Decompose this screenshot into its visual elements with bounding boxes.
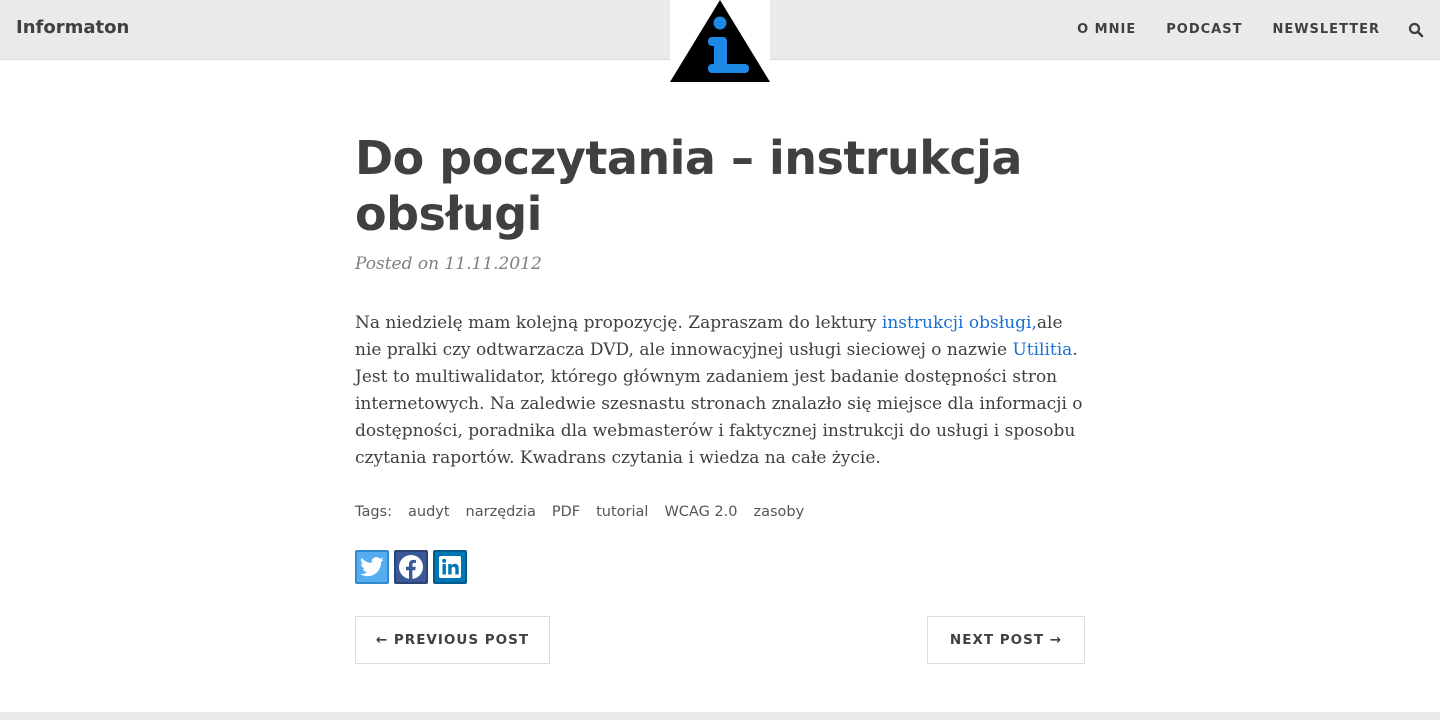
footer-strip [0, 712, 1440, 720]
facebook-icon[interactable] [394, 550, 428, 584]
tag-link[interactable]: PDF [552, 504, 580, 520]
body-text: Na niedzielę mam kolejną propozycję. Zap… [355, 313, 882, 333]
post-content: Do poczytania – instrukcja obsługi Poste… [355, 130, 1085, 664]
share-buttons [355, 550, 1085, 584]
tag-link[interactable]: audyt [408, 504, 450, 520]
site-brand-link[interactable]: Informaton [16, 17, 129, 38]
link-instrukcji-obslugi[interactable]: instrukcji obsługi, [882, 313, 1037, 333]
tag-list: Tags: audyt narzędzia PDF tutorial WCAG … [355, 504, 1085, 520]
nav-item-newsletter[interactable]: NEWSLETTER [1272, 22, 1380, 37]
next-post-button[interactable]: NEXT POST → [927, 616, 1085, 664]
tag-link[interactable]: WCAG 2.0 [664, 504, 737, 520]
previous-post-button[interactable]: ← PREVIOUS POST [355, 616, 550, 664]
info-triangle-logo-icon[interactable] [670, 0, 770, 82]
post-pager: ← PREVIOUS POST NEXT POST → [355, 616, 1085, 664]
linkedin-icon[interactable] [433, 550, 467, 584]
main-nav: O MNIE PODCAST NEWSLETTER [1077, 0, 1440, 59]
post-title: Do poczytania – instrukcja obsługi [355, 131, 1022, 241]
tags-label: Tags: [355, 504, 392, 520]
post-body: Na niedzielę mam kolejną propozycję. Zap… [355, 310, 1085, 472]
nav-item-podcast[interactable]: PODCAST [1166, 22, 1242, 37]
tag-link[interactable]: zasoby [753, 504, 804, 520]
search-icon[interactable] [1408, 22, 1424, 38]
link-utilitia[interactable]: Utilitia [1012, 340, 1072, 360]
tag-link[interactable]: tutorial [596, 504, 648, 520]
twitter-icon[interactable] [355, 550, 389, 584]
nav-item-o-mnie[interactable]: O MNIE [1077, 22, 1136, 37]
post-date: Posted on 11.11.2012 [355, 254, 542, 274]
tag-link[interactable]: narzędzia [466, 504, 536, 520]
